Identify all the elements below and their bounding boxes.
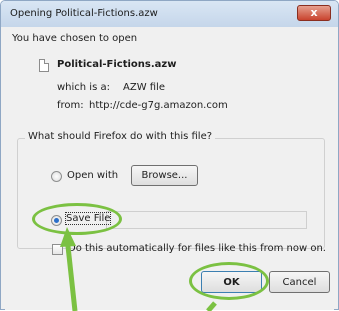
download-dialog: Opening Political-Fictions.azw x You hav… [0,0,339,311]
annotation-arrows [60,227,217,311]
save-file-arrowhead-icon [60,227,76,247]
save-file-arrow-icon [64,236,78,311]
